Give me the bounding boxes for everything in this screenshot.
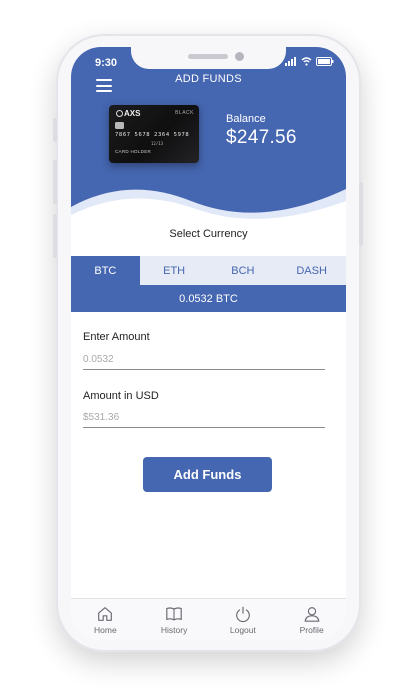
- wifi-icon: [301, 57, 312, 66]
- side-button-mute: [53, 118, 57, 142]
- nav-home[interactable]: Home: [71, 599, 140, 640]
- tab-btc[interactable]: BTC: [71, 256, 140, 285]
- balance-value: $247.56: [226, 127, 297, 148]
- front-camera: [235, 52, 244, 61]
- card-expiry: 12/13: [151, 141, 164, 146]
- balance-label: Balance: [226, 113, 266, 125]
- amount-label: Enter Amount: [83, 331, 150, 343]
- nav-home-label: Home: [94, 625, 117, 635]
- tab-bch[interactable]: BCH: [209, 256, 278, 285]
- speaker-grille: [188, 54, 228, 59]
- signal-icon: [285, 57, 296, 66]
- side-button-volume-down: [53, 214, 57, 258]
- card-brand: AXS: [116, 109, 140, 118]
- nav-logout[interactable]: Logout: [209, 599, 278, 640]
- battery-icon: [316, 57, 334, 66]
- usd-input[interactable]: [83, 408, 325, 428]
- credit-card[interactable]: AXS BLACK 7867 5678 2364 5978 12/13 CARD…: [109, 105, 199, 163]
- side-button-volume-up: [53, 160, 57, 204]
- card-logo-icon: [116, 110, 123, 117]
- chip-icon: [115, 122, 124, 129]
- bottom-nav: Home History Logout Profile: [71, 598, 346, 640]
- tab-dash[interactable]: DASH: [277, 256, 346, 285]
- status-icons: [285, 57, 334, 66]
- card-holder: CARD HOLDER: [115, 149, 152, 154]
- home-icon: [98, 607, 113, 621]
- status-time: 9:30: [95, 57, 118, 69]
- usd-label: Amount in USD: [83, 390, 159, 402]
- power-icon: [235, 606, 250, 623]
- currency-tabs: BTC ETH BCH DASH: [71, 256, 346, 285]
- amount-input[interactable]: [83, 350, 325, 370]
- crypto-amount-display: 0.0532 BTC: [71, 285, 346, 312]
- book-icon: [166, 607, 182, 621]
- nav-profile[interactable]: Profile: [277, 599, 346, 640]
- nav-history-label: History: [160, 625, 188, 635]
- hamburger-icon-line: [96, 90, 112, 92]
- nav-logout-label: Logout: [229, 625, 256, 635]
- nav-history[interactable]: History: [140, 599, 209, 640]
- card-number: 7867 5678 2364 5978: [115, 132, 190, 138]
- nav-profile-label: Profile: [299, 625, 324, 635]
- page-title: ADD FUNDS: [175, 73, 242, 85]
- user-icon: [304, 607, 319, 622]
- card-tier: BLACK: [175, 110, 194, 116]
- side-button-power: [359, 182, 363, 246]
- app-screen: 9:30 ADD FUNDS AXS BLACK 7867 5678 2364 …: [71, 47, 346, 640]
- add-funds-button[interactable]: Add Funds: [143, 457, 272, 492]
- select-currency-label: Select Currency: [169, 228, 248, 240]
- tab-eth[interactable]: ETH: [140, 256, 209, 285]
